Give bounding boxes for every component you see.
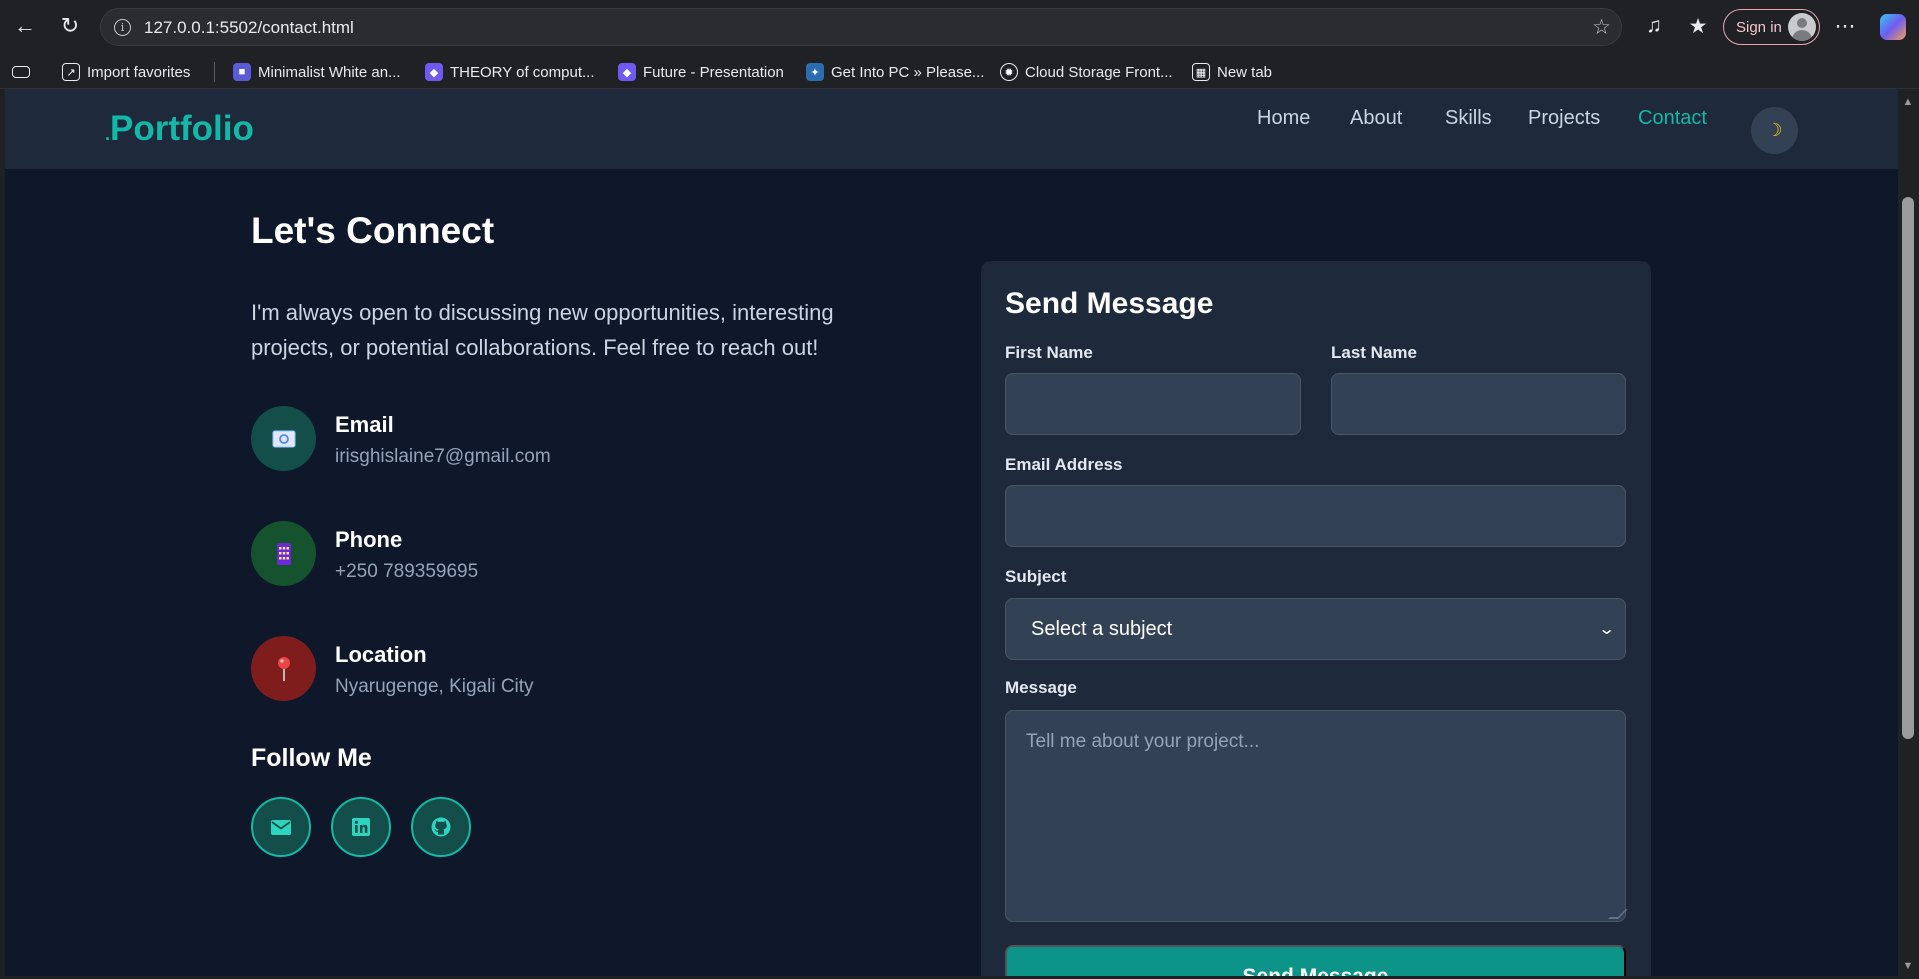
- form-title: Send Message: [1005, 287, 1214, 320]
- linkedin-icon: [352, 818, 370, 836]
- page-title: Let's Connect: [251, 210, 495, 251]
- scrollbar-thumb[interactable]: [1902, 197, 1914, 739]
- theme-toggle-button[interactable]: ☽: [1751, 107, 1798, 154]
- bookmark-theory[interactable]: ◆ THEORY of comput...: [425, 60, 595, 84]
- nav-contact[interactable]: Contact: [1638, 107, 1707, 130]
- contact-email: Email irisghislaine7@gmail.com: [251, 406, 751, 471]
- url-text[interactable]: 127.0.0.1:5502/contact.html: [144, 18, 354, 38]
- getintopc-icon: ✦: [806, 63, 824, 81]
- subject-selected-value: Select a subject: [1031, 617, 1173, 640]
- email-icon: [251, 406, 316, 471]
- contact-intro: I'm always open to discussing new opport…: [251, 300, 834, 360]
- location-label: Location: [335, 642, 427, 667]
- nav-home[interactable]: Home: [1257, 107, 1310, 130]
- email-field[interactable]: [1005, 485, 1626, 547]
- scroll-up-icon[interactable]: ▲: [1902, 96, 1914, 108]
- email-address-label: Email Address: [1005, 455, 1123, 474]
- nav-projects[interactable]: Projects: [1528, 107, 1600, 130]
- page-viewport: .Portfolio Home About Skills Projects Co…: [5, 89, 1898, 976]
- canva-icon: ■: [233, 63, 251, 81]
- last-name-label: Last Name: [1331, 343, 1417, 362]
- first-name-label: First Name: [1005, 343, 1093, 362]
- site-info-icon[interactable]: i: [114, 19, 131, 36]
- location-value: Nyarugenge, Kigali City: [335, 676, 534, 697]
- message-label: Message: [1005, 678, 1077, 697]
- contact-location: Location Nyarugenge, Kigali City: [251, 636, 751, 701]
- subject-label: Subject: [1005, 567, 1067, 586]
- chevron-down-icon: ⌄: [1597, 621, 1616, 638]
- phone-label: Phone: [335, 527, 403, 552]
- bookmark-import-favorites[interactable]: ↗ Import favorites: [62, 60, 190, 84]
- github-icon: [431, 817, 451, 837]
- openai-icon: ✹: [1000, 63, 1018, 81]
- sign-in-label: Sign in: [1736, 18, 1782, 36]
- social-github-link[interactable]: [411, 797, 471, 857]
- last-name-field[interactable]: [1331, 373, 1626, 435]
- bookmark-label: Import favorites: [87, 63, 191, 81]
- message-textarea[interactable]: [1005, 710, 1626, 922]
- contact-form-card: Send Message First Name Last Name Email …: [981, 261, 1651, 976]
- bookmark-new-tab[interactable]: ▦ New tab: [1192, 60, 1272, 84]
- email-label: Email: [335, 412, 394, 437]
- bookmark-label: Future - Presentation: [643, 63, 784, 81]
- site-logo[interactable]: .Portfolio: [105, 109, 254, 149]
- follow-me-heading: Follow Me: [251, 744, 372, 772]
- bookmark-future-presentation[interactable]: ◆ Future - Presentation: [618, 60, 784, 84]
- social-email-link[interactable]: [251, 797, 311, 857]
- pin-icon: [251, 636, 316, 701]
- nav-skills[interactable]: Skills: [1445, 107, 1492, 130]
- browser-toolbar: ← ↻ i 127.0.0.1:5502/contact.html ☆ ♫ ★ …: [0, 0, 1919, 55]
- scroll-down-icon[interactable]: ▼: [1902, 960, 1914, 972]
- envelope-icon: [271, 819, 291, 835]
- new-tab-icon: ▦: [1192, 63, 1210, 81]
- nav-about[interactable]: About: [1350, 107, 1402, 130]
- copilot-page-icon: ◆: [618, 63, 636, 81]
- send-message-button[interactable]: Send Message: [1005, 945, 1626, 976]
- bookmark-minimalist[interactable]: ■ Minimalist White an...: [233, 60, 401, 84]
- bookmark-label: Cloud Storage Front...: [1025, 63, 1173, 81]
- bookmark-label: Minimalist White an...: [258, 63, 401, 81]
- send-message-label: Send Message: [1243, 965, 1389, 976]
- contact-phone: Phone +250 789359695: [251, 521, 751, 586]
- bookmark-getintopc[interactable]: ✦ Get Into PC » Please...: [806, 60, 984, 84]
- email-value: irisghislaine7@gmail.com: [335, 446, 551, 467]
- bookmark-divider: [214, 62, 215, 82]
- favorite-star-icon[interactable]: ☆: [1592, 15, 1611, 40]
- tab-actions-icon[interactable]: [12, 60, 37, 84]
- more-menu-icon[interactable]: ⋯: [1831, 12, 1859, 40]
- first-name-field[interactable]: [1005, 373, 1301, 435]
- refresh-icon[interactable]: ↻: [55, 11, 85, 41]
- bookmark-label: New tab: [1217, 63, 1273, 81]
- bookmark-label: THEORY of comput...: [450, 63, 595, 81]
- social-linkedin-link[interactable]: [331, 797, 391, 857]
- bookmarks-bar: ↗ Import favorites ■ Minimalist White an…: [0, 55, 1919, 89]
- avatar: [1788, 13, 1816, 41]
- phone-icon: [251, 521, 316, 586]
- read-aloud-icon[interactable]: ♫: [1640, 12, 1668, 40]
- copilot-page-icon: ◆: [425, 63, 443, 81]
- favorites-icon[interactable]: ★: [1684, 12, 1712, 40]
- subject-select[interactable]: Select a subject ⌄: [1005, 598, 1626, 660]
- bookmark-label: Get Into PC » Please...: [831, 63, 985, 81]
- sign-in-button[interactable]: Sign in: [1723, 9, 1820, 45]
- phone-value: +250 789359695: [335, 561, 479, 582]
- back-icon[interactable]: ←: [10, 11, 40, 41]
- bookmark-cloud-storage[interactable]: ✹ Cloud Storage Front...: [1000, 60, 1173, 84]
- site-header: .Portfolio Home About Skills Projects Co…: [5, 89, 1898, 169]
- logo-text: Portfolio: [110, 109, 254, 148]
- copilot-icon[interactable]: [1880, 14, 1906, 40]
- address-bar[interactable]: i 127.0.0.1:5502/contact.html ☆: [100, 8, 1622, 46]
- import-icon: ↗: [62, 63, 80, 81]
- moon-icon: ☽: [1766, 120, 1783, 140]
